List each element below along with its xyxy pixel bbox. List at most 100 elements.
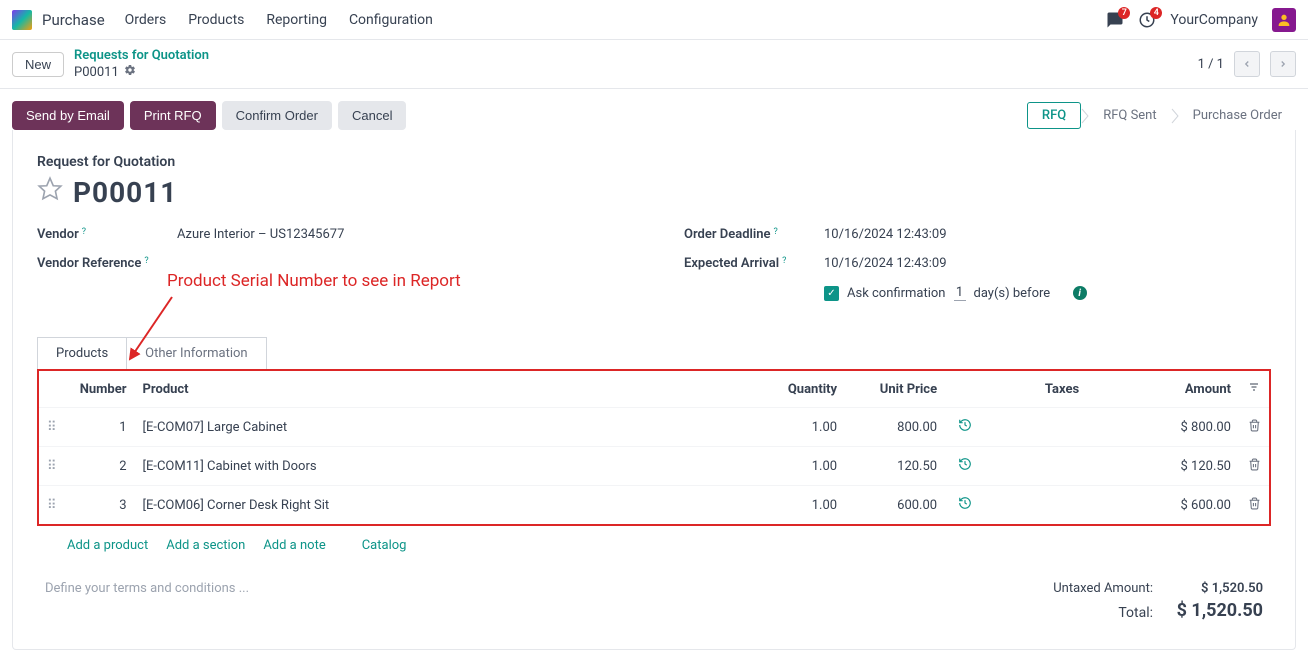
app-logo[interactable] xyxy=(12,10,32,30)
row-taxes[interactable] xyxy=(985,486,1139,525)
row-price[interactable]: 120.50 xyxy=(845,447,945,486)
row-product[interactable]: [E-COM07] Large Cabinet xyxy=(135,408,756,447)
row-qty[interactable]: 1.00 xyxy=(755,408,845,447)
pager-next-button[interactable] xyxy=(1270,51,1296,77)
activity-icon[interactable]: 4 xyxy=(1138,11,1156,29)
arrival-value[interactable]: 10/16/2024 12:43:09 xyxy=(824,256,1271,271)
print-rfq-button[interactable]: Print RFQ xyxy=(130,101,216,130)
add-product-link[interactable]: Add a product xyxy=(67,538,148,553)
col-amount: Amount xyxy=(1139,371,1239,408)
new-button[interactable]: New xyxy=(12,52,64,77)
col-price: Unit Price xyxy=(845,371,945,408)
status-purchase-order[interactable]: Purchase Order xyxy=(1179,103,1296,128)
help-icon[interactable]: ? xyxy=(782,256,786,266)
menu-products[interactable]: Products xyxy=(188,12,244,28)
info-icon[interactable]: i xyxy=(1073,286,1087,300)
cancel-button[interactable]: Cancel xyxy=(338,101,406,130)
row-product[interactable]: [E-COM11] Cabinet with Doors xyxy=(135,447,756,486)
vendor-value[interactable]: Azure Interior – US12345677 xyxy=(177,227,624,242)
menu-orders[interactable]: Orders xyxy=(125,12,167,28)
checkbox-icon[interactable]: ✓ xyxy=(824,286,839,301)
vendor-ref-label: Vendor Reference? xyxy=(37,256,177,271)
chevron-right-icon xyxy=(1081,108,1089,124)
history-icon[interactable] xyxy=(958,496,972,510)
order-number: P00011 xyxy=(73,176,177,209)
ask-confirmation-row: ✓ Ask confirmation 1 day(s) before i xyxy=(824,285,1087,301)
help-icon[interactable]: ? xyxy=(82,227,86,237)
add-section-link[interactable]: Add a section xyxy=(166,538,245,553)
row-taxes[interactable] xyxy=(985,447,1139,486)
table-row[interactable]: ⠿3[E-COM06] Corner Desk Right Sit1.00600… xyxy=(39,486,1269,525)
filter-icon[interactable] xyxy=(1248,381,1260,393)
help-icon[interactable]: ? xyxy=(144,256,148,266)
drag-handle-icon[interactable]: ⠿ xyxy=(39,447,65,486)
gear-icon[interactable] xyxy=(124,64,136,80)
topbar: Purchase Orders Products Reporting Confi… xyxy=(0,0,1308,40)
company-name[interactable]: YourCompany xyxy=(1170,12,1258,28)
chat-icon[interactable]: 7 xyxy=(1106,11,1124,29)
row-qty[interactable]: 1.00 xyxy=(755,447,845,486)
row-product[interactable]: [E-COM06] Corner Desk Right Sit xyxy=(135,486,756,525)
row-qty[interactable]: 1.00 xyxy=(755,486,845,525)
row-price[interactable]: 600.00 xyxy=(845,486,945,525)
sheet-title-row: P00011 xyxy=(37,176,1271,209)
terms-input[interactable]: Define your terms and conditions ... xyxy=(45,581,1053,625)
drag-handle-icon[interactable]: ⠿ xyxy=(39,486,65,525)
table-row[interactable]: ⠿2[E-COM11] Cabinet with Doors1.00120.50… xyxy=(39,447,1269,486)
drag-handle-icon[interactable]: ⠿ xyxy=(39,408,65,447)
trash-icon[interactable] xyxy=(1248,497,1261,510)
history-icon[interactable] xyxy=(958,457,972,471)
star-icon[interactable] xyxy=(37,176,63,209)
terms-row: Define your terms and conditions ... Unt… xyxy=(37,565,1271,625)
row-amount: $ 800.00 xyxy=(1139,408,1239,447)
catalog-link[interactable]: Catalog xyxy=(362,538,407,553)
status-rfq[interactable]: RFQ xyxy=(1027,102,1081,129)
col-qty: Quantity xyxy=(755,371,845,408)
content: Send by Email Print RFQ Confirm Order Ca… xyxy=(0,89,1308,662)
form-col-right: Order Deadline? 10/16/2024 12:43:09 Expe… xyxy=(684,227,1271,315)
table-row[interactable]: ⠿1[E-COM07] Large Cabinet1.00800.00 $ 800… xyxy=(39,408,1269,447)
breadcrumb-current: P00011 xyxy=(74,64,209,80)
ask-suffix: day(s) before xyxy=(974,286,1051,301)
tab-products[interactable]: Products xyxy=(37,337,127,369)
row-number: 1 xyxy=(65,408,135,447)
subbar: New Requests for Quotation P00011 1 / 1 xyxy=(0,40,1308,89)
trash-icon[interactable] xyxy=(1248,419,1261,432)
deadline-value[interactable]: 10/16/2024 12:43:09 xyxy=(824,227,1271,242)
confirm-order-button[interactable]: Confirm Order xyxy=(222,101,332,130)
total-value: $ 1,520.50 xyxy=(1173,600,1263,621)
menu-configuration[interactable]: Configuration xyxy=(349,12,433,28)
col-number: Number xyxy=(65,371,135,408)
app-name[interactable]: Purchase xyxy=(42,11,105,29)
ask-conf-label: Ask confirmation xyxy=(847,286,946,301)
row-number: 2 xyxy=(65,447,135,486)
row-amount: $ 600.00 xyxy=(1139,486,1239,525)
status-bar: RFQ RFQ Sent Purchase Order xyxy=(1027,102,1296,129)
row-number: 3 xyxy=(65,486,135,525)
form-col-left: Vendor? Azure Interior – US12345677 Vend… xyxy=(37,227,624,315)
sheet-type-label: Request for Quotation xyxy=(37,154,1271,170)
arrival-label: Expected Arrival? xyxy=(684,256,824,271)
add-note-link[interactable]: Add a note xyxy=(263,538,325,553)
tab-other-info[interactable]: Other Information xyxy=(127,337,266,369)
avatar[interactable] xyxy=(1272,8,1296,32)
menu-reporting[interactable]: Reporting xyxy=(266,12,327,28)
breadcrumb-link[interactable]: Requests for Quotation xyxy=(74,48,209,63)
topbar-right: 7 4 YourCompany xyxy=(1106,8,1296,32)
row-price[interactable]: 800.00 xyxy=(845,408,945,447)
history-icon[interactable] xyxy=(958,418,972,432)
send-email-button[interactable]: Send by Email xyxy=(12,101,124,130)
status-rfq-sent[interactable]: RFQ Sent xyxy=(1089,103,1170,128)
ask-days-input[interactable]: 1 xyxy=(954,285,966,301)
chat-badge: 7 xyxy=(1118,7,1130,19)
pager-prev-button[interactable] xyxy=(1234,51,1260,77)
row-taxes[interactable] xyxy=(985,408,1139,447)
trash-icon[interactable] xyxy=(1248,458,1261,471)
chevron-right-icon xyxy=(1171,108,1179,124)
actionbar: Send by Email Print RFQ Confirm Order Ca… xyxy=(12,101,1296,130)
breadcrumb: Requests for Quotation P00011 xyxy=(74,48,209,80)
untaxed-label: Untaxed Amount: xyxy=(1053,581,1153,596)
help-icon[interactable]: ? xyxy=(774,227,778,237)
totals: Untaxed Amount: $ 1,520.50 Total: $ 1,52… xyxy=(1053,581,1263,625)
total-label: Total: xyxy=(1118,605,1153,621)
